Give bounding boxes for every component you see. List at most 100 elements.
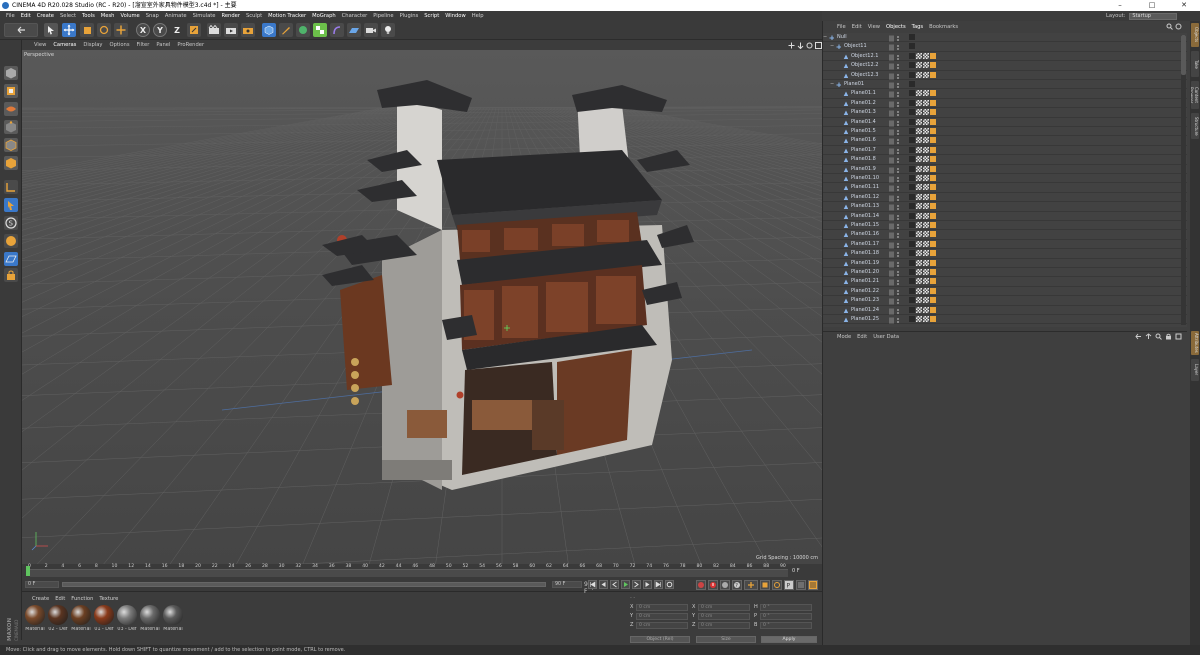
side-tab-content-browser[interactable]: Content Browser [1191, 81, 1199, 109]
menu-sculpt[interactable]: Sculpt [246, 13, 262, 19]
visibility-dots-icon[interactable] [889, 185, 903, 192]
material-tag-icon[interactable] [923, 297, 929, 304]
material-tag-icon[interactable] [916, 175, 922, 181]
visibility-dots-icon[interactable] [889, 120, 903, 127]
position-key-icon[interactable] [744, 580, 758, 590]
material-tag-icon[interactable] [916, 90, 922, 97]
phong-tag-icon[interactable] [930, 316, 936, 322]
material-tag-icon[interactable] [923, 287, 929, 294]
object-row[interactable]: Plane01.7 [823, 146, 1187, 156]
object-name[interactable]: Plane01.3 [851, 109, 876, 115]
recent-tools-button[interactable] [114, 23, 128, 37]
object-row[interactable]: − Null [823, 33, 1187, 43]
object-row[interactable]: Plane01.19 [823, 259, 1187, 268]
material-menu-edit[interactable]: Edit [55, 596, 65, 602]
material-tag-icon[interactable] [923, 128, 929, 134]
material-tag-icon[interactable] [916, 99, 922, 106]
menu-snap[interactable]: Snap [146, 13, 159, 19]
visibility-dots-icon[interactable] [889, 223, 903, 230]
material-tag-icon[interactable] [923, 62, 929, 69]
material-tag-icon[interactable] [923, 118, 929, 125]
motion-record-icon[interactable] [696, 580, 706, 590]
object-name[interactable]: Plane01.16 [851, 231, 879, 237]
light-button[interactable] [381, 23, 395, 37]
viewport-menu-view[interactable]: View [34, 42, 46, 48]
phong-tag-icon[interactable] [930, 222, 936, 228]
phong-tag-icon[interactable] [930, 269, 936, 275]
viewport-menu-filter[interactable]: Filter [137, 42, 150, 48]
visibility-dots-icon[interactable] [889, 129, 903, 136]
material-tag-icon[interactable] [909, 109, 915, 116]
viewport-menu-display[interactable]: Display [83, 42, 102, 48]
visibility-dots-icon[interactable] [889, 82, 903, 89]
object-name[interactable]: Plane01.11 [851, 184, 879, 190]
visibility-dots-icon[interactable] [889, 308, 903, 315]
y-axis-button[interactable]: Y [153, 23, 167, 37]
material-tag-icon[interactable] [923, 184, 929, 191]
attr-up-icon[interactable] [1145, 333, 1152, 340]
model-mode-button[interactable] [4, 84, 18, 98]
object-name[interactable]: Plane01.5 [851, 128, 876, 134]
viewport-menu-options[interactable]: Options [110, 42, 130, 48]
material-tag-icon[interactable] [923, 278, 929, 285]
viewport-canvas[interactable] [22, 50, 822, 564]
material-tag-icon[interactable] [909, 156, 915, 163]
visibility-dots-icon[interactable] [889, 270, 903, 277]
apply-button[interactable]: Apply [761, 636, 817, 643]
material-tag-icon[interactable] [916, 297, 922, 304]
material-tag-icon[interactable] [916, 137, 922, 144]
menu-mesh[interactable]: Mesh [101, 13, 115, 19]
object-list-scroll-thumb[interactable] [1181, 35, 1186, 75]
material-tag-icon[interactable] [909, 43, 915, 50]
material-tag-icon[interactable] [916, 184, 922, 191]
material-tag-icon[interactable] [909, 34, 915, 40]
perspective-viewport[interactable]: Perspective Grid Spacing : 10000 cm [22, 50, 822, 564]
om-menu-edit[interactable]: Edit [852, 24, 862, 30]
object-row[interactable]: − Plane01 [823, 80, 1187, 90]
object-manager-list[interactable]: − Null − Object11 Object12.1 Object12.2 Object… [823, 33, 1187, 327]
object-row[interactable]: Plane01.16 [823, 230, 1187, 240]
visibility-dots-icon[interactable] [889, 167, 903, 174]
collapse-toggle-icon[interactable]: − [830, 43, 834, 49]
material-tag-icon[interactable] [909, 231, 915, 238]
material-tag-icon[interactable] [916, 203, 922, 210]
material-tag-icon[interactable] [909, 306, 915, 313]
material-tag-icon[interactable] [923, 269, 929, 275]
object-name[interactable]: Plane01.7 [851, 147, 876, 153]
material-tag-icon[interactable] [909, 212, 915, 219]
object-name[interactable]: Plane01.21 [851, 278, 879, 284]
material-swatch[interactable]: Material [139, 605, 161, 632]
phong-tag-icon[interactable] [930, 240, 936, 247]
material-tag-icon[interactable] [923, 109, 929, 116]
goto-end-icon[interactable] [654, 580, 663, 589]
material-tag-icon[interactable] [909, 128, 915, 134]
material-tag-icon[interactable] [916, 71, 922, 78]
material-tag-icon[interactable] [909, 193, 915, 200]
material-tag-icon[interactable] [916, 128, 922, 134]
object-row[interactable]: Plane01.14 [823, 212, 1187, 221]
material-tag-icon[interactable] [909, 269, 915, 275]
material-tag-icon[interactable] [923, 193, 929, 200]
pen-tool-button[interactable] [279, 23, 293, 37]
material-tag-icon[interactable] [916, 250, 922, 257]
menu-plugins[interactable]: Plugins [400, 13, 419, 19]
visibility-dots-icon[interactable] [889, 54, 903, 61]
material-tag-icon[interactable] [916, 193, 922, 200]
om-menu-bookmarks[interactable]: Bookmarks [929, 24, 958, 30]
parameter-key-icon[interactable]: P [784, 580, 794, 590]
loop-icon[interactable] [665, 580, 674, 589]
om-settings-icon[interactable] [1175, 23, 1182, 30]
texture-mode-button[interactable] [4, 102, 18, 116]
attr-new-panel-icon[interactable] [1175, 333, 1182, 340]
material-swatch[interactable]: 01 - Def [93, 605, 115, 632]
phong-tag-icon[interactable] [930, 109, 936, 116]
material-tag-icon[interactable] [923, 156, 929, 163]
coordinate-system-button[interactable] [187, 23, 201, 37]
material-tag-icon[interactable] [923, 250, 929, 257]
object-row[interactable]: Object12.2 [823, 61, 1187, 71]
material-tag-icon[interactable] [909, 222, 915, 228]
rotate-tool-button[interactable] [97, 23, 111, 37]
phong-tag-icon[interactable] [930, 184, 936, 191]
visibility-dots-icon[interactable] [889, 289, 903, 296]
material-tag-icon[interactable] [916, 146, 922, 153]
